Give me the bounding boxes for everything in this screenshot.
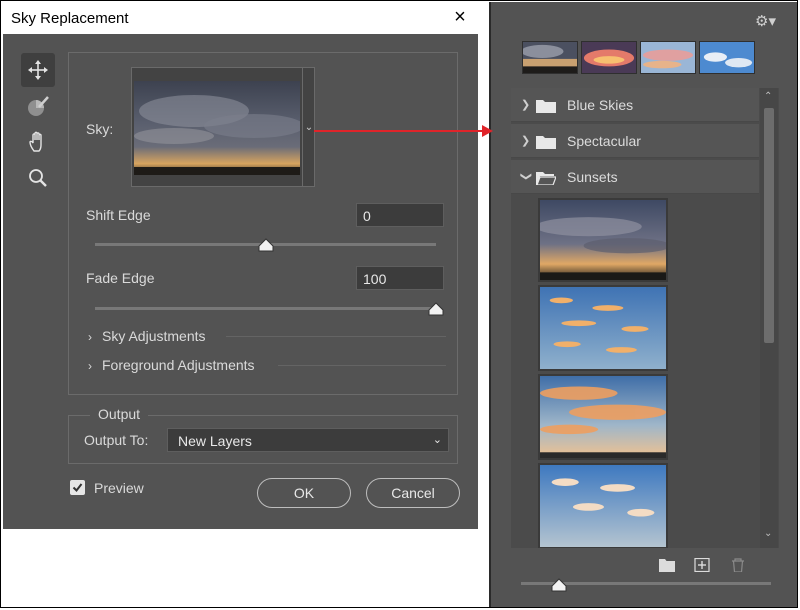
shift-edge-label: Shift Edge bbox=[86, 207, 151, 223]
divider bbox=[278, 365, 446, 366]
new-folder-icon[interactable] bbox=[659, 558, 675, 572]
scroll-up-icon[interactable]: ⌃ bbox=[764, 91, 772, 102]
add-sky-icon[interactable] bbox=[694, 558, 710, 572]
sky-preset-picker[interactable]: ⌄ bbox=[131, 67, 315, 187]
sky-adjustments-expander[interactable]: › Sky Adjustments bbox=[88, 328, 206, 344]
sky-brush-tool-button[interactable] bbox=[21, 89, 55, 123]
sunset-sky-thumbnail[interactable] bbox=[538, 198, 668, 282]
gear-icon[interactable]: ⚙▾ bbox=[755, 12, 776, 30]
recent-sky-thumbnail[interactable] bbox=[699, 41, 755, 74]
chevron-down-icon[interactable]: ⌄ bbox=[302, 68, 315, 186]
hand-tool-button[interactable] bbox=[21, 125, 55, 159]
zoom-icon bbox=[29, 169, 47, 187]
close-icon[interactable]: × bbox=[449, 6, 471, 28]
cancel-button[interactable]: Cancel bbox=[366, 478, 460, 508]
preview-label: Preview bbox=[94, 480, 144, 496]
output-to-select[interactable]: New Layers ⌄ bbox=[167, 428, 449, 452]
divider bbox=[226, 336, 446, 337]
recent-sky-thumbnail[interactable] bbox=[640, 41, 696, 74]
sky-label: Sky: bbox=[86, 121, 114, 137]
folder-sunsets[interactable]: ❯ Sunsets bbox=[511, 160, 759, 194]
shift-edge-input[interactable]: 0 bbox=[356, 203, 444, 227]
chevron-down-icon: ⌄ bbox=[432, 434, 442, 446]
recent-sky-thumbnail[interactable] bbox=[522, 41, 578, 74]
sky-brush-icon bbox=[28, 96, 49, 116]
chevron-right-icon: › bbox=[88, 330, 92, 344]
folder-icon bbox=[536, 100, 556, 113]
sunset-sky-thumbnail[interactable] bbox=[538, 285, 668, 371]
output-to-value: New Layers bbox=[178, 433, 252, 449]
fade-edge-input[interactable]: 100 bbox=[356, 266, 444, 290]
preview-checkbox[interactable] bbox=[70, 480, 85, 495]
foreground-adjustments-expander[interactable]: › Foreground Adjustments bbox=[88, 357, 255, 373]
fade-edge-label: Fade Edge bbox=[86, 270, 155, 286]
chevron-right-icon: ❯ bbox=[521, 99, 531, 111]
sunset-sky-thumbnail[interactable] bbox=[538, 374, 668, 460]
sunset-sky-thumbnail[interactable] bbox=[538, 463, 668, 548]
folder-name: Sunsets bbox=[567, 169, 618, 185]
sky-library-panel: ⚙▾ ❯ Blue Skies ❯ Spectacular ❯ Sunsets bbox=[489, 2, 797, 607]
scrollbar-thumb[interactable] bbox=[764, 108, 774, 343]
folder-open-icon bbox=[536, 172, 556, 185]
folder-name: Spectacular bbox=[567, 133, 641, 149]
fade-edge-slider-thumb[interactable] bbox=[428, 302, 444, 316]
chevron-down-icon: ❯ bbox=[520, 171, 533, 182]
ok-button[interactable]: OK bbox=[257, 478, 351, 508]
folder-icon bbox=[536, 136, 556, 149]
sky-preset-list: ❯ Blue Skies ❯ Spectacular ❯ Sunsets ⌃ ⌄ bbox=[511, 88, 779, 548]
library-scrollbar[interactable]: ⌃ ⌄ bbox=[760, 88, 778, 548]
checkmark-icon bbox=[72, 483, 83, 493]
chevron-right-icon: ❯ bbox=[521, 135, 531, 147]
folder-blue-skies[interactable]: ❯ Blue Skies bbox=[511, 88, 759, 122]
sky-preview-thumbnail bbox=[134, 81, 300, 175]
output-to-label: Output To: bbox=[84, 432, 149, 448]
scroll-down-icon[interactable]: ⌄ bbox=[764, 528, 772, 539]
fade-edge-slider[interactable] bbox=[95, 307, 436, 310]
folder-name: Blue Skies bbox=[567, 97, 634, 113]
output-legend: Output bbox=[90, 406, 149, 422]
sky-adjustments-label: Sky Adjustments bbox=[102, 328, 206, 344]
hand-icon bbox=[29, 131, 42, 152]
recent-sky-thumbnail[interactable] bbox=[581, 41, 637, 74]
thumbnail-size-slider-thumb[interactable] bbox=[551, 578, 567, 592]
zoom-tool-button[interactable] bbox=[21, 161, 55, 195]
shift-edge-slider-thumb[interactable] bbox=[258, 238, 274, 252]
trash-icon[interactable] bbox=[730, 558, 746, 572]
chevron-right-icon: › bbox=[88, 359, 92, 373]
dialog-titlebar: Sky Replacement × bbox=[3, 2, 478, 34]
move-tool-button[interactable] bbox=[21, 53, 55, 87]
foreground-adjustments-label: Foreground Adjustments bbox=[102, 357, 255, 373]
dialog-title: Sky Replacement bbox=[11, 10, 129, 27]
move-icon bbox=[28, 60, 48, 80]
folder-spectacular[interactable]: ❯ Spectacular bbox=[511, 124, 759, 158]
